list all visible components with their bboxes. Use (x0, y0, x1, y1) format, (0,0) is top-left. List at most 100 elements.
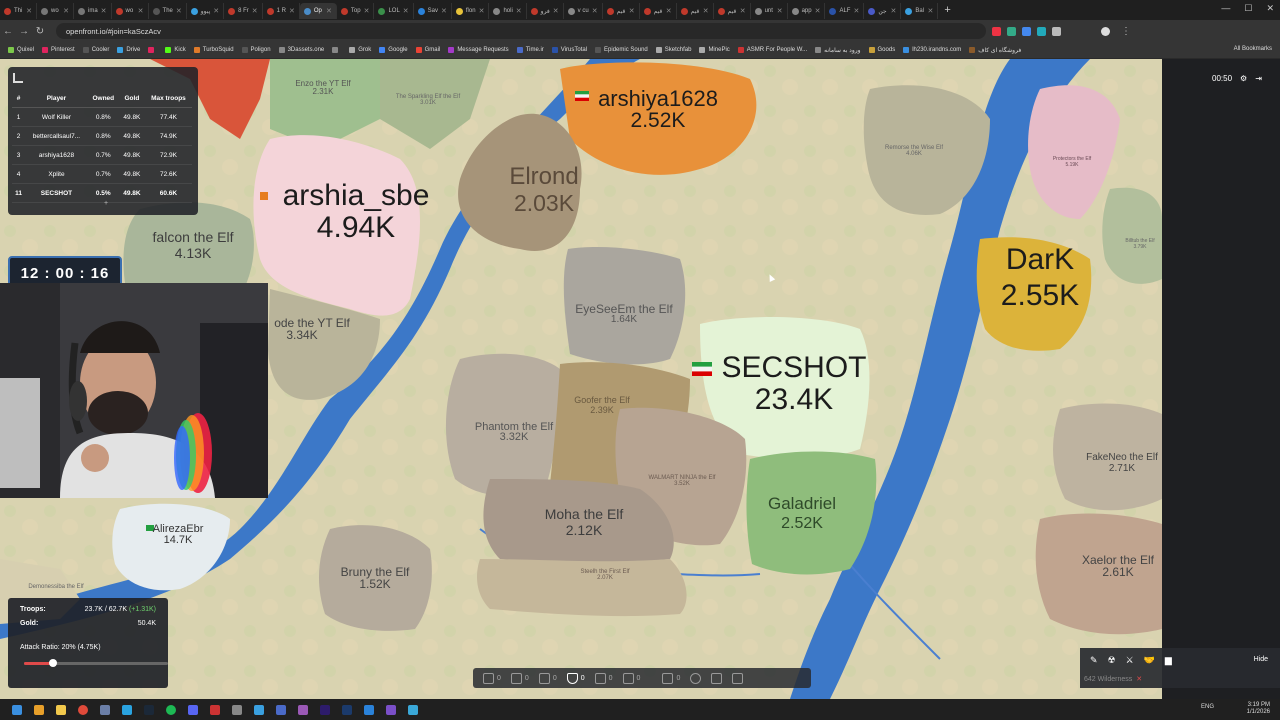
close-window-icon[interactable]: ✕ (1266, 3, 1274, 14)
column-header[interactable]: Gold (118, 89, 145, 108)
bookmark-item[interactable]: ورود به سامانه (815, 47, 861, 54)
close-tab-icon[interactable]: ✕ (629, 7, 635, 15)
bookmark-item[interactable]: فروشگاه ای کاف (969, 47, 1021, 54)
minimize-icon[interactable]: — (1221, 3, 1230, 14)
bookmark-item[interactable]: Drive (117, 47, 140, 53)
app-icon[interactable] (364, 704, 374, 715)
forward-icon[interactable]: → (16, 26, 32, 37)
pencil-icon[interactable]: ✎ (1090, 655, 1098, 666)
browser-tab[interactable]: v cu ✕ (564, 3, 603, 19)
bookmark-item[interactable]: Epidemic Sound (595, 47, 648, 53)
close-tab-icon[interactable]: ✕ (63, 7, 69, 15)
extension-icon[interactable] (1007, 26, 1016, 36)
bookmark-item[interactable] (332, 47, 341, 53)
windows-start-icon[interactable] (12, 704, 22, 715)
browser-tab[interactable]: unt ✕ (751, 3, 788, 19)
browser-tab[interactable]: LOL ✕ (374, 3, 414, 19)
build-sam-button[interactable]: 0 (622, 672, 640, 684)
spotify-icon[interactable] (166, 704, 176, 715)
attack-ratio-handle[interactable] (48, 659, 57, 667)
close-tab-icon[interactable]: ✕ (927, 7, 933, 15)
settings-icon[interactable]: ⚙ (1240, 74, 1247, 83)
bookmark-item[interactable]: Quixel (8, 47, 34, 53)
browser-tab[interactable]: قیم ✕ (603, 3, 640, 19)
app-icon[interactable] (232, 704, 242, 715)
browser-tab[interactable]: ALF ✕ (825, 3, 865, 19)
close-tab-icon[interactable]: ✕ (441, 7, 447, 15)
url-input[interactable]: openfront.io/#join=kaSczAcv (56, 23, 986, 39)
all-bookmarks-button[interactable]: All Bookmarks (1234, 46, 1272, 52)
browser-tab[interactable]: ima ✕ (74, 3, 112, 19)
browser-tab[interactable]: Top ✕ (337, 3, 375, 19)
bookmark-item[interactable]: ASMR For People W... (737, 47, 807, 53)
expand-leaderboard-button[interactable]: + (104, 200, 108, 207)
build-missile-button[interactable]: 0 (594, 672, 613, 684)
after-effects-icon[interactable] (298, 704, 308, 715)
app-icon[interactable] (254, 704, 264, 715)
table-row[interactable]: 3 arshiya1628 0.7% 49.8K 72.9K (12, 145, 192, 165)
close-tab-icon[interactable]: ✕ (815, 7, 821, 15)
build-defense-button[interactable]: 0 (566, 672, 585, 684)
bookmark-item[interactable]: 3Dassets.one (278, 47, 324, 53)
bookmark-item[interactable]: Goods (868, 47, 895, 53)
handshake-icon[interactable]: 🤝 (1144, 655, 1155, 666)
browser-tab[interactable]: فرو ✕ (527, 3, 564, 19)
photoshop-icon[interactable] (342, 704, 352, 715)
column-header[interactable]: Max troops (144, 89, 192, 108)
browser-tab[interactable]: app ✕ (788, 3, 826, 19)
bookmark-item[interactable]: lh230.irandns.com (903, 47, 961, 53)
maximize-icon[interactable]: ☐ (1244, 3, 1252, 14)
telegram-icon[interactable] (122, 704, 132, 715)
browser-tab[interactable]: Sav ✕ (414, 3, 452, 19)
territory-xaelor[interactable] (1035, 513, 1162, 635)
build-warship-button[interactable]: 0 (662, 672, 680, 684)
bookmark-item[interactable]: Gmail (415, 47, 440, 53)
territory-steelh[interactable] (477, 559, 687, 617)
extension-icon[interactable] (1022, 26, 1031, 36)
table-row[interactable]: 2 bettercallsaul7... 0.8% 49.8K 74.9K (12, 126, 192, 146)
close-tab-icon[interactable]: ✕ (138, 7, 144, 15)
profile-avatar[interactable] (1101, 26, 1110, 36)
bookmark-item[interactable]: TurboSquid (193, 47, 234, 53)
browser-tab[interactable]: The ✕ (149, 3, 187, 19)
chat-icon[interactable]: ▆ (1165, 655, 1172, 666)
close-tab-icon[interactable]: ✕ (740, 7, 746, 15)
bookmark-item[interactable]: Google (379, 47, 408, 53)
extension-icon[interactable] (992, 26, 1001, 36)
gun-icon[interactable]: ⚔ (1126, 655, 1134, 666)
menu-icon[interactable]: ⋮ (1118, 26, 1134, 37)
close-tab-icon[interactable]: ✕ (703, 7, 709, 15)
close-icon[interactable]: ✕ (1136, 676, 1142, 683)
bookmark-item[interactable]: Pinterest (42, 47, 75, 53)
close-tab-icon[interactable]: ✕ (176, 7, 182, 15)
steam-icon[interactable] (144, 704, 154, 715)
discord-icon[interactable] (188, 704, 198, 715)
close-tab-icon[interactable]: ✕ (26, 7, 32, 15)
premiere-icon[interactable] (320, 704, 330, 715)
table-row[interactable]: 4 Xplite 0.7% 49.8K 72.6K (12, 164, 192, 184)
close-tab-icon[interactable]: ✕ (101, 7, 107, 15)
close-tab-icon[interactable]: ✕ (479, 7, 485, 15)
back-icon[interactable]: ← (0, 26, 16, 37)
search-icon[interactable] (34, 704, 44, 715)
bookmark-item[interactable]: Cooler (82, 47, 109, 53)
close-tab-icon[interactable]: ✕ (326, 7, 332, 15)
extension-icon[interactable] (1037, 26, 1046, 36)
close-tab-icon[interactable]: ✕ (666, 7, 672, 15)
close-tab-icon[interactable]: ✕ (213, 7, 219, 15)
close-tab-icon[interactable]: ✕ (777, 7, 783, 15)
extension-icon[interactable] (1052, 26, 1061, 36)
browser-tab[interactable]: Op ✕ (299, 3, 337, 19)
close-tab-icon[interactable]: ✕ (403, 7, 409, 15)
bookmark-item[interactable]: Sketchfab (655, 47, 691, 53)
close-tab-icon[interactable]: ✕ (516, 7, 522, 15)
territory-billtub[interactable] (1102, 187, 1162, 284)
browser-tab[interactable]: 8 Fr ✕ (224, 3, 263, 19)
bookmark-item[interactable]: Time.ir (516, 47, 544, 53)
attack-ratio-slider[interactable] (24, 659, 168, 667)
app-icon[interactable] (276, 704, 286, 715)
browser-tab[interactable]: wo ✕ (37, 3, 74, 19)
browser-tab[interactable]: Bal ✕ (901, 3, 939, 19)
bookmark-item[interactable]: Poligon (241, 47, 271, 53)
close-tab-icon[interactable]: ✕ (289, 7, 295, 15)
